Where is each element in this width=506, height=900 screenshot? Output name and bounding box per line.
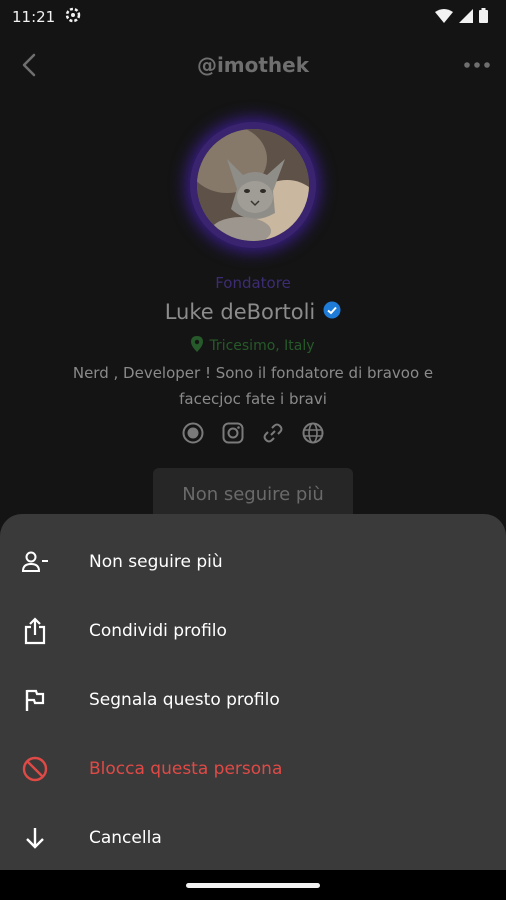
arrow-down-icon — [20, 823, 50, 853]
settings-status-icon — [65, 7, 81, 27]
battery-icon — [479, 7, 488, 27]
flag-icon — [20, 685, 50, 715]
sheet-item-cancel[interactable]: Cancella — [0, 812, 506, 864]
home-gesture-handle[interactable] — [186, 883, 320, 888]
name-row: Luke deBortoli — [0, 300, 506, 324]
record-icon[interactable] — [182, 422, 204, 444]
social-links — [0, 422, 506, 444]
sheet-item-share[interactable]: Condividi profilo — [0, 605, 506, 657]
more-options-button[interactable] — [462, 50, 492, 80]
options-bottom-sheet: Non seguire più Condividi profilo Segnal… — [0, 514, 506, 870]
profile-role: Fondatore — [215, 274, 291, 292]
system-nav-bar — [0, 870, 506, 900]
share-icon — [20, 616, 50, 646]
profile-bio: Nerd , Developer ! Sono il fondatore di … — [72, 364, 434, 408]
globe-icon[interactable] — [302, 422, 324, 444]
status-time: 11:21 — [12, 8, 56, 26]
sheet-item-report[interactable]: Segnala questo profilo — [0, 674, 506, 726]
avatar[interactable] — [197, 129, 309, 241]
person-remove-icon — [20, 547, 50, 577]
sheet-item-label: Cancella — [89, 828, 162, 848]
sheet-item-label: Condividi profilo — [89, 621, 227, 641]
back-button[interactable] — [14, 50, 44, 80]
signal-icon — [459, 8, 473, 27]
profile-handle: @imothek — [196, 53, 310, 77]
status-bar: 11:21 — [0, 0, 506, 34]
link-icon[interactable] — [262, 422, 284, 444]
sheet-item-label: Non seguire più — [89, 552, 223, 572]
sheet-item-block[interactable]: Blocca questa persona — [0, 743, 506, 795]
location-pin-icon — [191, 336, 204, 356]
cat-photo — [197, 129, 309, 241]
location-row: Tricesimo, Italy — [0, 336, 506, 356]
avatar-ring — [190, 122, 316, 248]
chevron-left-icon — [22, 53, 36, 77]
block-icon — [20, 754, 50, 784]
profile-location: Tricesimo, Italy — [209, 338, 315, 354]
sheet-item-unfollow[interactable]: Non seguire più — [0, 536, 506, 588]
verified-icon — [323, 301, 341, 323]
sheet-item-label: Blocca questa persona — [89, 759, 283, 779]
instagram-icon[interactable] — [222, 422, 244, 444]
profile-name: Luke deBortoli — [164, 300, 316, 324]
wifi-icon — [435, 8, 453, 27]
profile-header: @imothek — [0, 40, 506, 90]
sheet-item-label: Segnala questo profilo — [89, 690, 280, 710]
more-horizontal-icon — [464, 62, 490, 68]
